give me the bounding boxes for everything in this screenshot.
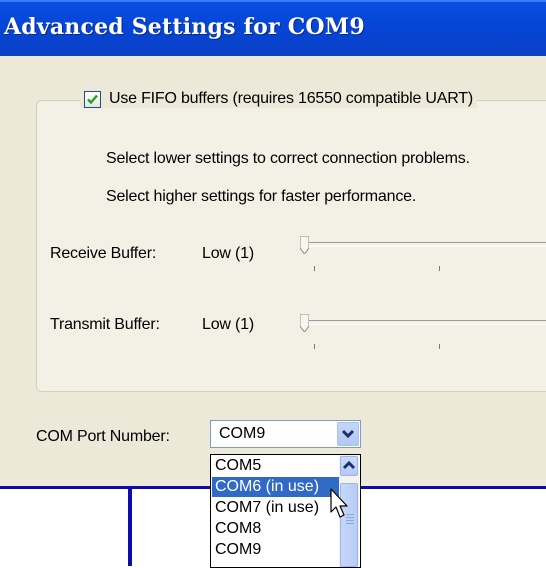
receive-slider-track bbox=[304, 242, 546, 247]
fifo-label: Use FIFO buffers (requires 16550 compati… bbox=[109, 90, 473, 107]
list-item[interactable]: COM8 bbox=[212, 519, 339, 539]
chevron-down-icon bbox=[341, 429, 355, 439]
list-item[interactable]: COM7 (in use) bbox=[212, 498, 339, 518]
transmit-slider-track bbox=[304, 320, 546, 325]
scroll-grip bbox=[346, 520, 354, 521]
fifo-option[interactable]: Use FIFO buffers (requires 16550 compati… bbox=[80, 90, 477, 108]
list-item[interactable]: COM5 bbox=[212, 456, 339, 476]
receive-slider-thumb[interactable] bbox=[300, 236, 309, 254]
receive-buffer-value: Low (1) bbox=[202, 245, 254, 262]
receive-buffer-label: Receive Buffer: bbox=[50, 245, 157, 262]
checkmark-icon bbox=[87, 94, 98, 104]
list-item[interactable]: COM9 bbox=[212, 540, 339, 560]
dropdown-button[interactable] bbox=[337, 422, 359, 446]
scroll-grip bbox=[346, 514, 354, 515]
chevron-up-icon bbox=[342, 460, 356, 470]
com-port-combobox[interactable]: COM9 bbox=[210, 420, 361, 448]
transmit-buffer-value: Low (1) bbox=[202, 316, 254, 333]
scroll-grip bbox=[346, 517, 354, 518]
com-port-dropdown-list[interactable]: COM5 COM6 (in use) COM7 (in use) COM8 CO… bbox=[210, 454, 361, 568]
com-port-label: COM Port Number: bbox=[36, 428, 170, 445]
com-port-selected-value: COM9 bbox=[219, 425, 266, 442]
window-title: Advanced Settings for COM9 bbox=[4, 14, 365, 40]
transmit-slider-thumb[interactable] bbox=[300, 314, 309, 332]
fifo-checkbox[interactable] bbox=[84, 90, 101, 108]
background-frame-line bbox=[128, 489, 132, 566]
list-item-highlighted[interactable]: COM6 (in use) bbox=[212, 477, 339, 497]
receive-slider-tick bbox=[314, 266, 315, 271]
receive-slider-tick bbox=[439, 266, 440, 271]
title-bar[interactable]: Advanced Settings for COM9 bbox=[0, 0, 546, 56]
scroll-thumb[interactable] bbox=[340, 483, 358, 567]
transmit-slider-tick bbox=[439, 344, 440, 349]
hint-lower-settings: Select lower settings to correct connect… bbox=[106, 150, 470, 167]
scroll-grip bbox=[346, 523, 354, 524]
receive-buffer-slider[interactable] bbox=[300, 236, 546, 276]
scroll-up-button[interactable] bbox=[340, 456, 358, 476]
transmit-buffer-slider[interactable] bbox=[300, 314, 546, 354]
dropdown-scrollbar[interactable] bbox=[339, 455, 359, 567]
transmit-buffer-label: Transmit Buffer: bbox=[50, 316, 160, 333]
hint-higher-settings: Select higher settings for faster perfor… bbox=[106, 188, 417, 205]
transmit-slider-tick bbox=[314, 344, 315, 349]
